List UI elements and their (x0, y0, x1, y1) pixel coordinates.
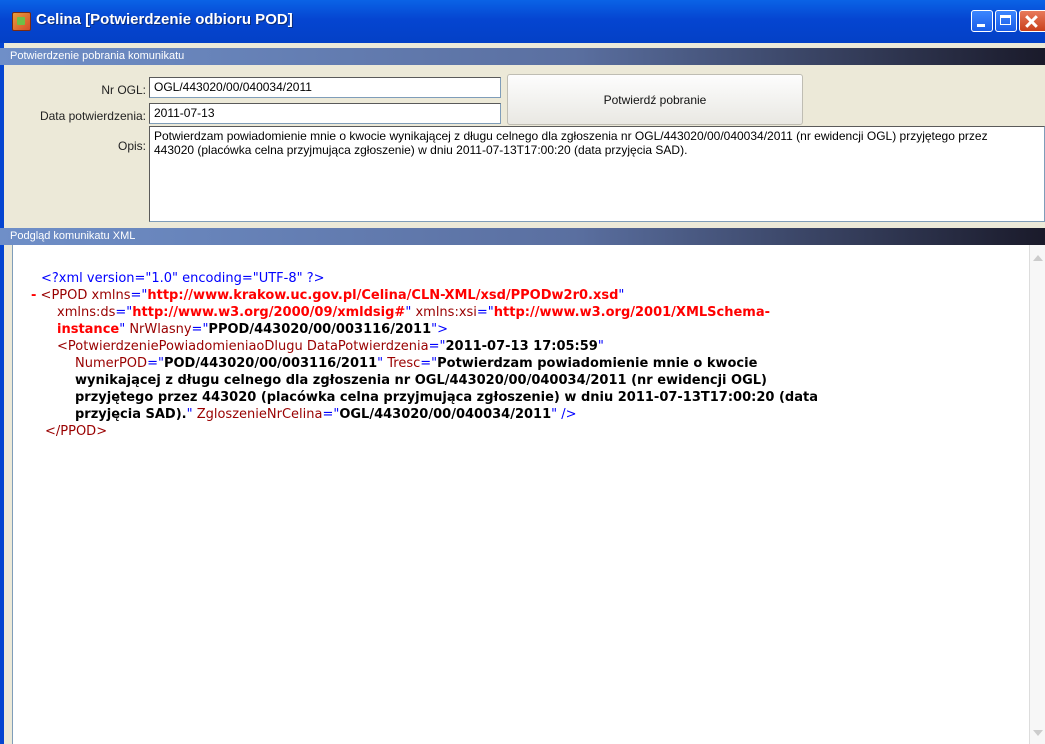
maximize-button[interactable] (995, 10, 1017, 32)
xml-declaration: <?xml version="1.0" encoding="UTF-8" ?> (41, 270, 325, 287)
numerpod-value: POD/443020/00/003116/2011 (163, 356, 378, 371)
opis-label: Opis: (117, 139, 146, 153)
scroll-up-icon[interactable] (1033, 255, 1043, 261)
date-label: Data potwierdzenia: (39, 109, 146, 123)
datapotw-attr: DataPotwierdzenia (302, 339, 429, 354)
self-close: /> (557, 407, 577, 422)
vertical-scrollbar[interactable] (1029, 245, 1045, 744)
scroll-down-icon[interactable] (1033, 730, 1043, 736)
nr-ogl-field[interactable]: OGL/443020/00/040034/2011 (149, 77, 501, 98)
nr-ogl-label: Nr OGL: (101, 83, 146, 97)
zgl-attr: ZgloszenieNrCelina (192, 407, 323, 422)
nrwlasny-value: PPOD/443020/00/003116/2011 (208, 322, 432, 337)
xml-line-tresc4: przyjęcia SAD)." ZgloszenieNrCelina="OGL… (75, 407, 577, 422)
minimize-button[interactable] (971, 10, 993, 32)
ppod-close-tag: </PPOD> (45, 424, 108, 439)
xml-line-ns: xmlns:ds="http://www.w3.org/2000/09/xmld… (57, 305, 771, 320)
window-title: Celina [Potwierdzenie odbioru POD] (36, 11, 293, 28)
close-button[interactable] (1019, 10, 1045, 32)
xml-line-close: </PPOD> (45, 423, 107, 440)
xmlns-xsi-value-cont: instance (57, 322, 120, 337)
xmlns-ds-value: http://www.w3.org/2000/09/xmldsig# (132, 305, 406, 320)
xml-pi: <?xml version="1.0" encoding="UTF-8" ?> (41, 271, 325, 286)
collapse-toggle-icon[interactable]: - (31, 288, 36, 303)
title-bar[interactable]: Celina [Potwierdzenie odbioru POD] (0, 0, 1045, 44)
zgl-value: OGL/443020/00/040034/2011 (339, 407, 552, 422)
confirm-section-header: Potwierdzenie pobrania komunikatu (0, 48, 1045, 65)
tresc-value-1: Potwierdzam powiadomienie mnie o kwocie (437, 356, 758, 371)
tresc-value-2: wynikającej z długu celnego dla zgłoszen… (75, 373, 767, 388)
xmlns-value: http://www.krakow.uc.gov.pl/Celina/CLN-X… (147, 288, 619, 303)
xmlns-ds-attr: xmlns:ds (57, 305, 116, 320)
xml-line-ppod: - <PPOD xmlns="http://www.krakow.uc.gov.… (31, 288, 625, 303)
opis-line-2: 443020 (placówka celna przyjmująca zgłos… (154, 143, 688, 157)
date-field[interactable]: 2011-07-13 (149, 103, 501, 124)
xml-line-numerpod: NumerPOD="POD/443020/00/003116/2011" Tre… (75, 356, 758, 371)
xml-line-tresc3: przyjętego przez 443020 (placówka celna … (75, 389, 818, 406)
confirm-download-button[interactable]: Potwierdź pobranie (507, 74, 803, 125)
xml-line-tresc2: wynikającej z długu celnego dla zgłoszen… (75, 372, 767, 389)
tresc-value-3: przyjętego przez 443020 (placówka celna … (75, 390, 818, 405)
xmlns-xsi-attr: xmlns:xsi (411, 305, 477, 320)
opis-line-1: Potwierdzam powiadomienie mnie o kwocie … (154, 129, 988, 143)
xml-preview-pane[interactable]: <?xml version="1.0" encoding="UTF-8" ?> … (12, 245, 1045, 744)
nrwlasny-attr: NrWlasny (125, 322, 192, 337)
tresc-value-4: przyjęcia SAD). (75, 407, 187, 422)
xmlns-attr: xmlns (87, 288, 131, 303)
xml-line-child: <PotwierdzeniePowiadomieniaoDlugu DataPo… (57, 339, 604, 354)
app-icon (12, 12, 31, 31)
opis-textarea[interactable]: Potwierdzam powiadomienie mnie o kwocie … (149, 126, 1045, 222)
xmlns-xsi-value: http://www.w3.org/2001/XMLSchema- (493, 305, 771, 320)
numerpod-attr: NumerPOD (75, 356, 148, 371)
tresc-attr: Tresc (383, 356, 421, 371)
child-tag: <PotwierdzeniePowiadomieniaoDlugu (57, 339, 303, 354)
xml-line-instance: instance" NrWlasny="PPOD/443020/00/00311… (57, 322, 449, 337)
datapotw-value: 2011-07-13 17:05:59 (445, 339, 598, 354)
xml-section-header: Podgląd komunikatu XML (0, 228, 1045, 245)
ppod-open-tag: <PPOD (40, 288, 88, 303)
